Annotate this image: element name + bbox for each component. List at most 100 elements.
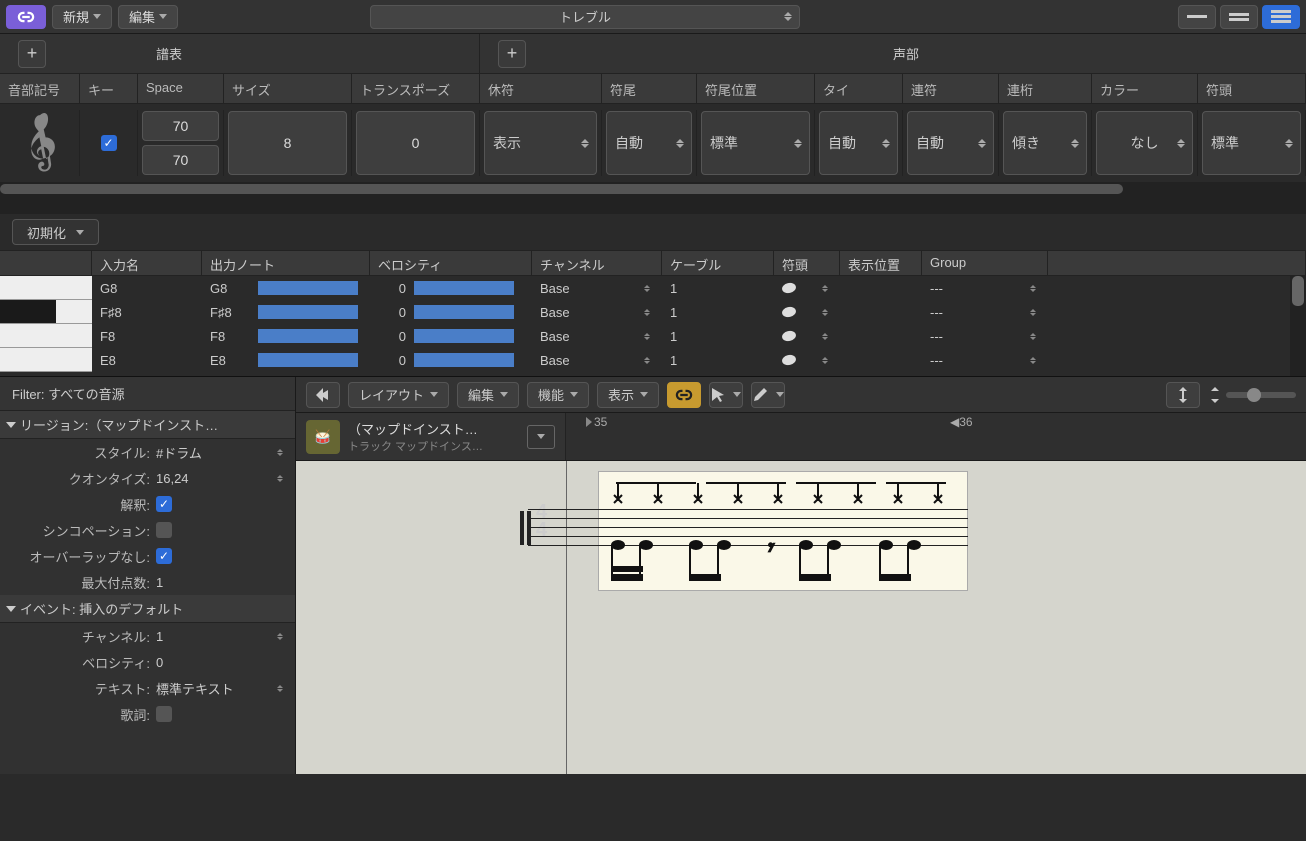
pointer-tool[interactable] [709, 382, 743, 408]
tie-select[interactable]: 自動 [819, 111, 898, 175]
piano-key[interactable] [0, 276, 92, 300]
score-link-button[interactable] [667, 382, 701, 408]
piano-key[interactable] [0, 300, 92, 324]
map-row[interactable]: F8 F8 0 Base 1 --- [0, 324, 1306, 348]
view-mode-1[interactable] [1178, 5, 1216, 29]
col-tuplet: 連符 [903, 74, 999, 103]
svg-text:𝄾: 𝄾 [766, 535, 774, 560]
overlap-check[interactable] [156, 548, 172, 564]
velocity-cell[interactable]: 0 [370, 281, 532, 296]
score-view-menu[interactable]: 表示 [597, 382, 659, 408]
pencil-tool[interactable] [751, 382, 785, 408]
velocity-cell[interactable]: 0 [370, 305, 532, 320]
dot-value[interactable]: 1 [156, 575, 287, 590]
output-note[interactable]: F♯8 [202, 305, 370, 320]
map-row[interactable]: G8 G8 0 Base 1 --- [0, 276, 1306, 300]
key-checkbox[interactable] [80, 110, 138, 176]
lyric-check[interactable] [156, 706, 172, 722]
tuplet-select[interactable]: 自動 [907, 111, 994, 175]
output-note[interactable]: G8 [202, 281, 370, 296]
region-section[interactable]: リージョン:（マップドインスト… [0, 411, 295, 439]
track-name[interactable]: （マップドインスト… [348, 419, 519, 438]
channel-cell[interactable]: Base [532, 353, 662, 368]
channel-cell[interactable]: Base [532, 305, 662, 320]
style-value[interactable]: #ドラム [156, 443, 287, 462]
group-cell[interactable]: --- [922, 305, 1048, 320]
ruler[interactable]: 35 ◀36 [566, 413, 1306, 460]
velocity-cell[interactable]: 0 [370, 329, 532, 344]
stem-select[interactable]: 自動 [606, 111, 692, 175]
input-name[interactable]: G8 [92, 281, 202, 296]
syncopation-check[interactable] [156, 522, 172, 538]
layout-menu[interactable]: レイアウト [348, 382, 449, 408]
initialize-menu[interactable]: 初期化 [12, 219, 99, 245]
score-canvas[interactable]: 44 [296, 461, 1306, 774]
view-mode-3[interactable] [1262, 5, 1300, 29]
edit-menu[interactable]: 編集 [118, 5, 178, 29]
stem-pos-select[interactable]: 標準 [701, 111, 810, 175]
group-cell[interactable]: --- [922, 329, 1048, 344]
space-top[interactable]: 70 [142, 111, 219, 141]
add-staff-button[interactable]: + [18, 40, 46, 68]
group-cell[interactable]: --- [922, 353, 1048, 368]
velocity-cell[interactable]: 0 [370, 353, 532, 368]
function-menu[interactable]: 機能 [527, 382, 589, 408]
map-row[interactable]: F♯8 F♯8 0 Base 1 --- [0, 300, 1306, 324]
group-header: + 譜表 + 声部 [0, 34, 1306, 74]
playhead-icon [586, 417, 592, 427]
transpose-value[interactable]: 0 [356, 111, 475, 175]
input-name[interactable]: F8 [92, 329, 202, 344]
head-cell[interactable] [774, 355, 840, 365]
input-name[interactable]: E8 [92, 353, 202, 368]
quantize-value[interactable]: 16,24 [156, 471, 287, 486]
view-mode-2[interactable] [1220, 5, 1258, 29]
space-bot[interactable]: 70 [142, 145, 219, 175]
velocity-value[interactable]: 0 [156, 655, 287, 670]
channel-cell[interactable]: Base [532, 329, 662, 344]
channel-cell[interactable]: Base [532, 281, 662, 296]
score-edit-menu[interactable]: 編集 [457, 382, 519, 408]
piano-key[interactable] [0, 348, 92, 372]
cable-cell[interactable]: 1 [662, 353, 774, 368]
size-value[interactable]: 8 [228, 111, 347, 175]
zoom-control[interactable] [1208, 387, 1296, 403]
mcol-input: 入力名 [92, 251, 202, 275]
track-toggle[interactable] [527, 425, 555, 449]
channel-value[interactable]: 1 [156, 629, 287, 644]
head-cell[interactable] [774, 307, 840, 317]
new-menu[interactable]: 新規 [52, 5, 112, 29]
color-select[interactable]: なし [1096, 111, 1193, 175]
group-cell[interactable]: --- [922, 281, 1048, 296]
clef-value[interactable] [0, 110, 80, 176]
head-cell[interactable] [774, 283, 840, 293]
text-value[interactable]: 標準テキスト [156, 679, 287, 698]
vertical-zoom[interactable] [1166, 382, 1200, 408]
cable-cell[interactable]: 1 [662, 329, 774, 344]
interpret-check[interactable] [156, 496, 172, 512]
event-section[interactable]: イベント: 挿入のデフォルト [0, 595, 295, 623]
notation: 𝄾 [606, 475, 966, 595]
staff-style-select[interactable]: トレブル [370, 5, 800, 29]
map-vscroll[interactable] [1290, 276, 1306, 376]
output-note[interactable]: E8 [202, 353, 370, 368]
rest-select[interactable]: 表示 [484, 111, 597, 175]
output-note[interactable]: F8 [202, 329, 370, 344]
filter-row[interactable]: Filter: すべての音源 [0, 377, 295, 411]
input-name[interactable]: F♯8 [92, 305, 202, 320]
cable-cell[interactable]: 1 [662, 281, 774, 296]
col-clef: 音部記号 [0, 74, 80, 103]
map-row[interactable]: E8 E8 0 Base 1 --- [0, 348, 1306, 372]
head-cell[interactable] [774, 331, 840, 341]
col-rest: 休符 [480, 74, 602, 103]
back-button[interactable] [306, 382, 340, 408]
add-voice-button[interactable]: + [498, 40, 526, 68]
staff-hscroll[interactable] [0, 182, 1306, 196]
col-size: サイズ [224, 74, 352, 103]
col-head: 符頭 [1198, 74, 1306, 103]
piano-key[interactable] [0, 324, 92, 348]
col-tie: タイ [815, 74, 903, 103]
beam-select[interactable]: 傾き [1003, 111, 1087, 175]
head-select[interactable]: 標準 [1202, 111, 1301, 175]
link-button[interactable] [6, 5, 46, 29]
cable-cell[interactable]: 1 [662, 305, 774, 320]
